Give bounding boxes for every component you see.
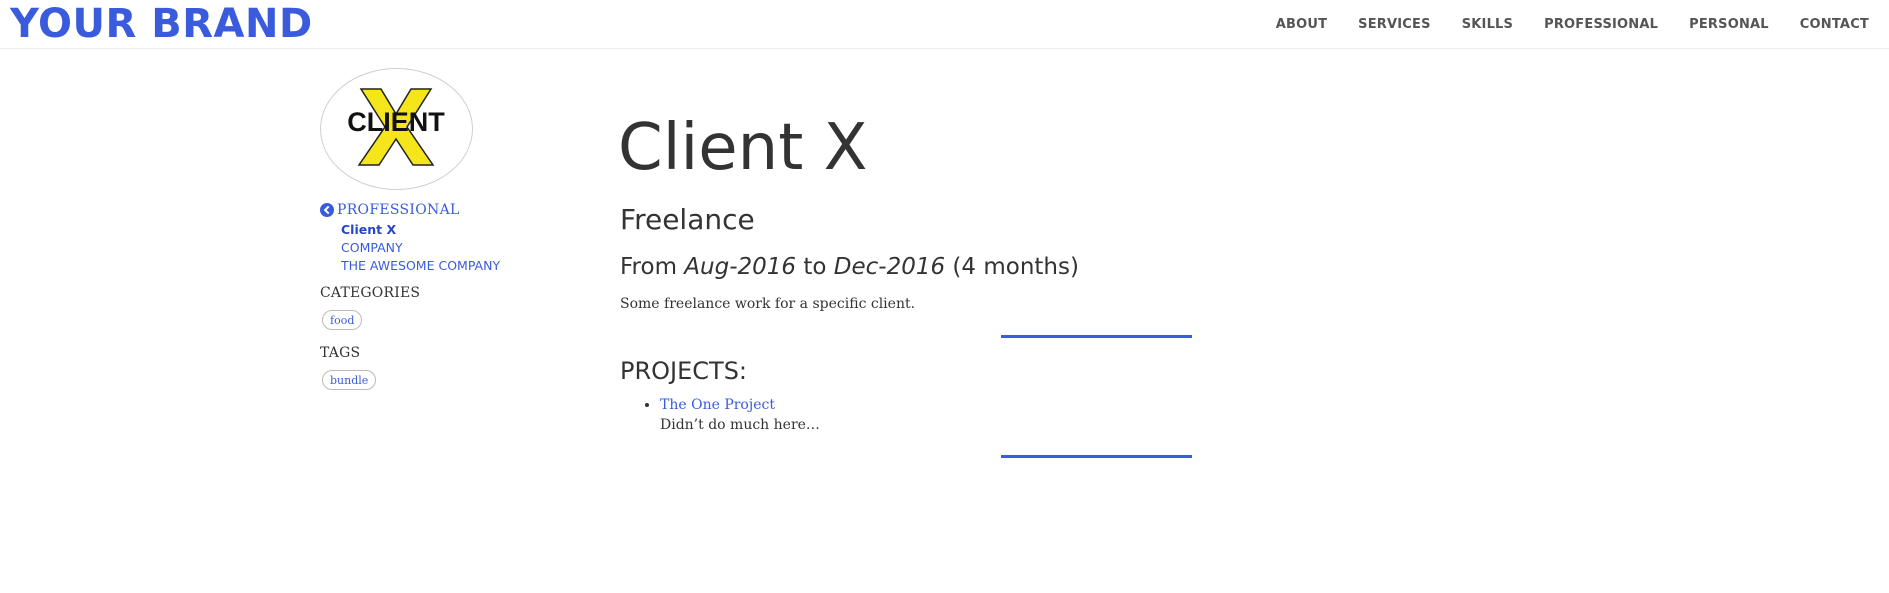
svg-text:CLIENT: CLIENT [347,107,445,137]
back-to-professional-link[interactable]: PROFESSIONAL [320,202,460,218]
nav-skills[interactable]: SKILLS [1462,17,1513,32]
description-text: Some freelance work for a specific clien… [620,296,916,312]
divider [1001,335,1192,338]
project-link[interactable]: The One Project [660,397,775,413]
back-link-label: PROFESSIONAL [337,202,460,218]
chevron-left-circle-icon [320,203,334,217]
tags-heading: TAGS [320,345,361,361]
category-tag-food[interactable]: food [322,310,363,330]
nav-contact[interactable]: CONTACT [1800,17,1869,32]
nav-professional[interactable]: PROFESSIONAL [1544,17,1658,32]
sidebar-link-company[interactable]: COMPANY [341,240,403,255]
to-label: to [803,254,827,280]
list-item: The One Project Didn’t do much here… [660,395,820,435]
nav-personal[interactable]: PERSONAL [1689,17,1769,32]
date-range: From Aug-2016 to Dec-2016 (4 months) [620,254,1079,280]
project-description: Didn’t do much here… [660,417,820,433]
client-x-logo-image: CLIENT [347,88,445,166]
start-date: Aug-2016 [684,254,797,280]
page-subtitle: Freelance [620,203,755,236]
end-date: Dec-2016 [833,254,946,280]
from-label: From [620,254,677,280]
page-title: Client X [618,111,868,185]
nav-services[interactable]: SERVICES [1358,17,1431,32]
client-logo: CLIENT [320,68,473,190]
brand-logo-link[interactable]: YOUR BRAND [10,0,313,48]
sidebar-link-client-x[interactable]: Client X [341,222,396,237]
categories-heading: CATEGORIES [320,285,421,301]
projects-list: The One Project Didn’t do much here… [620,395,820,435]
tag-bundle[interactable]: bundle [322,370,377,390]
main-nav: ABOUT SERVICES SKILLS PROFESSIONAL PERSO… [1245,0,1869,49]
divider [1001,455,1192,458]
top-navbar: YOUR BRAND ABOUT SERVICES SKILLS PROFESS… [0,0,1889,49]
sidebar-link-awesome-company[interactable]: THE AWESOME COMPANY [341,258,500,273]
nav-about[interactable]: ABOUT [1276,17,1327,32]
duration: (4 months) [952,254,1079,280]
projects-heading: PROJECTS: [620,357,748,385]
